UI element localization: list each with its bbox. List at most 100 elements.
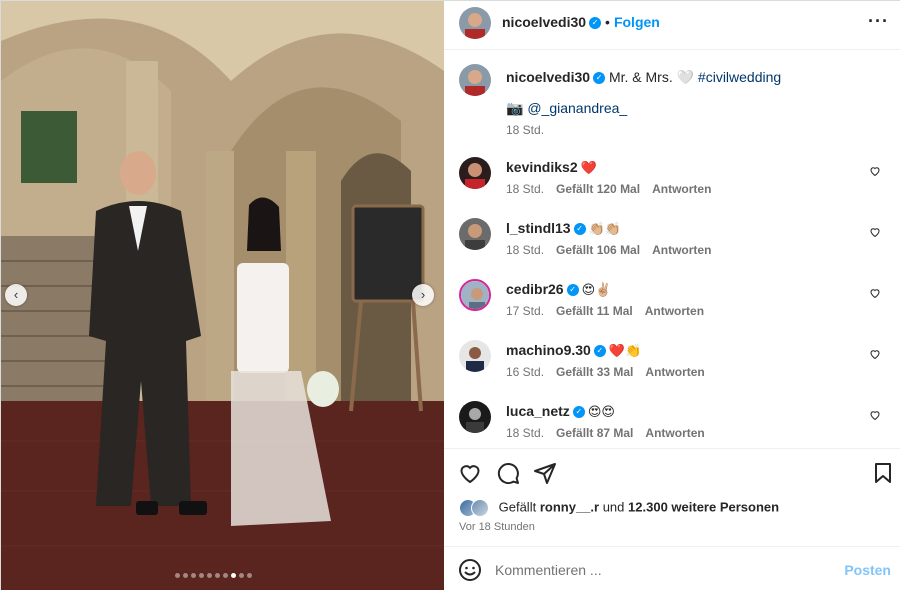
like-comment-icon[interactable] (869, 165, 881, 177)
comment-body: l_stindl13 ✓ 👏🏼👏🏼 (506, 220, 621, 237)
like-comment-icon[interactable] (869, 226, 881, 238)
likers-avatars (459, 499, 491, 517)
commenter-username[interactable]: l_stindl13 (506, 220, 571, 236)
follow-button[interactable]: Folgen (614, 14, 660, 30)
caption-timestamp[interactable]: 18 Std. (506, 123, 544, 137)
commenter-avatar[interactable] (459, 157, 491, 189)
header-user: nicoelvedi30 ✓ • Folgen (502, 14, 660, 30)
comment-time[interactable]: 18 Std. (506, 243, 544, 257)
comment-text: 😍✌🏼 (581, 282, 612, 297)
comment-meta: 18 Std. Gefällt 87 Mal Antworten (506, 426, 717, 440)
add-comment-bar: Posten (444, 546, 900, 590)
comment-icon[interactable] (496, 461, 520, 485)
comment-input[interactable] (495, 560, 835, 580)
verified-icon: ✓ (566, 284, 579, 297)
comment-body: cedibr26 ✓ 😍✌🏼 (506, 281, 611, 298)
emoji-picker-icon[interactable] (458, 558, 482, 582)
post-details-panel: nicoelvedi30 ✓ • Folgen ··· nicoelvedi30 ✓ M… (444, 1, 900, 590)
post-timestamp[interactable]: Vor 18 Stunden (459, 521, 535, 533)
like-comment-icon[interactable] (869, 287, 881, 299)
share-icon[interactable] (533, 461, 557, 485)
reply-button[interactable]: Antworten (652, 243, 711, 257)
comment-meta: 16 Std. Gefällt 33 Mal Antworten (506, 365, 717, 379)
comment-likes[interactable]: Gefällt 11 Mal (556, 304, 633, 318)
bookmark-icon[interactable] (871, 461, 895, 485)
post-photo[interactable]: ‹ › (1, 1, 444, 590)
caption-text: nicoelvedi30 ✓ Mr. & Mrs. 🤍 #civilwedding (506, 68, 886, 86)
commenter-avatar[interactable] (459, 401, 491, 433)
comment-text: ❤️ (580, 160, 597, 175)
reply-button[interactable]: Antworten (645, 426, 704, 440)
carousel-dot (175, 573, 180, 578)
carousel-dot (199, 573, 204, 578)
camera-emoji-icon: 📷 (506, 100, 524, 116)
author-username[interactable]: nicoelvedi30 (502, 14, 586, 30)
comments-scroll-area[interactable]: nicoelvedi30 ✓ Mr. & Mrs. 🤍 #civilwedding… (444, 51, 900, 447)
carousel-dot (231, 573, 236, 578)
commenter-avatar[interactable] (459, 340, 491, 372)
carousel-dot (247, 573, 252, 578)
likes-connector: und (602, 499, 625, 515)
hashtag-link[interactable]: #civilwedding (698, 69, 781, 85)
carousel-indicator (175, 573, 252, 578)
comment-likes[interactable]: Gefällt 120 Mal (556, 182, 640, 196)
post-header: nicoelvedi30 ✓ • Folgen ··· (444, 1, 900, 50)
commenter-avatar-story[interactable] (459, 279, 491, 311)
like-comment-icon[interactable] (869, 348, 881, 360)
wedding-photo-illustration (1, 1, 444, 590)
liker-username[interactable]: ronny__.r (540, 499, 599, 514)
reply-button[interactable]: Antworten (645, 304, 704, 318)
post-actions: Gefällt ronny__.r und 12.300 weitere Per… (444, 448, 900, 545)
comment-item: machino9.30 ✓ ❤️👏 16 Std. Gefällt 33 Mal Ant… (459, 340, 889, 390)
comment-likes[interactable]: Gefällt 87 Mal (556, 426, 633, 440)
more-options-icon[interactable]: ··· (868, 11, 889, 32)
comment-body: machino9.30 ✓ ❤️👏 (506, 342, 641, 359)
comment-likes[interactable]: Gefällt 106 Mal (556, 243, 640, 257)
comment-item: cedibr26 ✓ 😍✌🏼 17 Std. Gefällt 11 Mal Antwor… (459, 279, 889, 329)
caption-credit: 📷 @_gianandrea_ (506, 100, 627, 117)
likes-summary[interactable]: Gefällt ronny__.r und 12.300 weitere Per… (459, 499, 779, 517)
comment-text: 😍😍 (587, 404, 615, 419)
comment-time[interactable]: 18 Std. (506, 182, 544, 196)
author-avatar[interactable] (459, 7, 491, 39)
comment-item: kevindiks2 ❤️ 18 Std. Gefällt 120 Mal Antwo… (459, 157, 889, 207)
commenter-username[interactable]: machino9.30 (506, 342, 591, 358)
previous-image-button[interactable]: ‹ (5, 284, 27, 306)
commenter-username[interactable]: kevindiks2 (506, 159, 578, 175)
verified-icon: ✓ (593, 72, 606, 85)
like-icon[interactable] (458, 461, 482, 485)
comment-item: l_stindl13 ✓ 👏🏼👏🏼 18 Std. Gefällt 106 Mal An… (459, 218, 889, 268)
likes-others[interactable]: 12.300 weitere Personen (628, 499, 779, 514)
carousel-dot (207, 573, 212, 578)
comment-time[interactable]: 16 Std. (506, 365, 544, 379)
post-dialog: ‹ › nicoelvedi30 ✓ • Folgen ··· nicoelvedi3… (0, 0, 900, 590)
comment-body: kevindiks2 ❤️ (506, 159, 597, 176)
commenter-username[interactable]: luca_netz (506, 403, 570, 419)
carousel-dot (239, 573, 244, 578)
carousel-dot (215, 573, 220, 578)
caption-author-avatar[interactable] (459, 64, 491, 96)
mention-link[interactable]: @_gianandrea_ (527, 100, 627, 116)
comment-time[interactable]: 17 Std. (506, 304, 544, 318)
comment-time[interactable]: 18 Std. (506, 426, 544, 440)
caption-username[interactable]: nicoelvedi30 (506, 69, 590, 85)
carousel-dot (183, 573, 188, 578)
carousel-dot (191, 573, 196, 578)
comment-item: luca_netz ✓ 😍😍 18 Std. Gefällt 87 Mal Antwor… (459, 401, 889, 447)
comment-likes[interactable]: Gefällt 33 Mal (556, 365, 633, 379)
verified-icon: ✓ (572, 406, 585, 419)
separator-dot: • (605, 14, 610, 30)
reply-button[interactable]: Antworten (645, 365, 704, 379)
post-comment-button[interactable]: Posten (844, 562, 891, 578)
comment-text: ❤️👏 (608, 343, 642, 358)
like-comment-icon[interactable] (869, 409, 881, 421)
commenter-avatar[interactable] (459, 218, 491, 250)
verified-icon: ✓ (573, 223, 586, 236)
comment-meta: 17 Std. Gefällt 11 Mal Antworten (506, 304, 716, 318)
next-image-button[interactable]: › (412, 284, 434, 306)
verified-icon: ✓ (589, 17, 602, 30)
likes-prefix: Gefällt (498, 499, 537, 515)
commenter-username[interactable]: cedibr26 (506, 281, 564, 297)
caption-body: Mr. & Mrs. 🤍 (608, 69, 695, 85)
reply-button[interactable]: Antworten (652, 182, 711, 196)
